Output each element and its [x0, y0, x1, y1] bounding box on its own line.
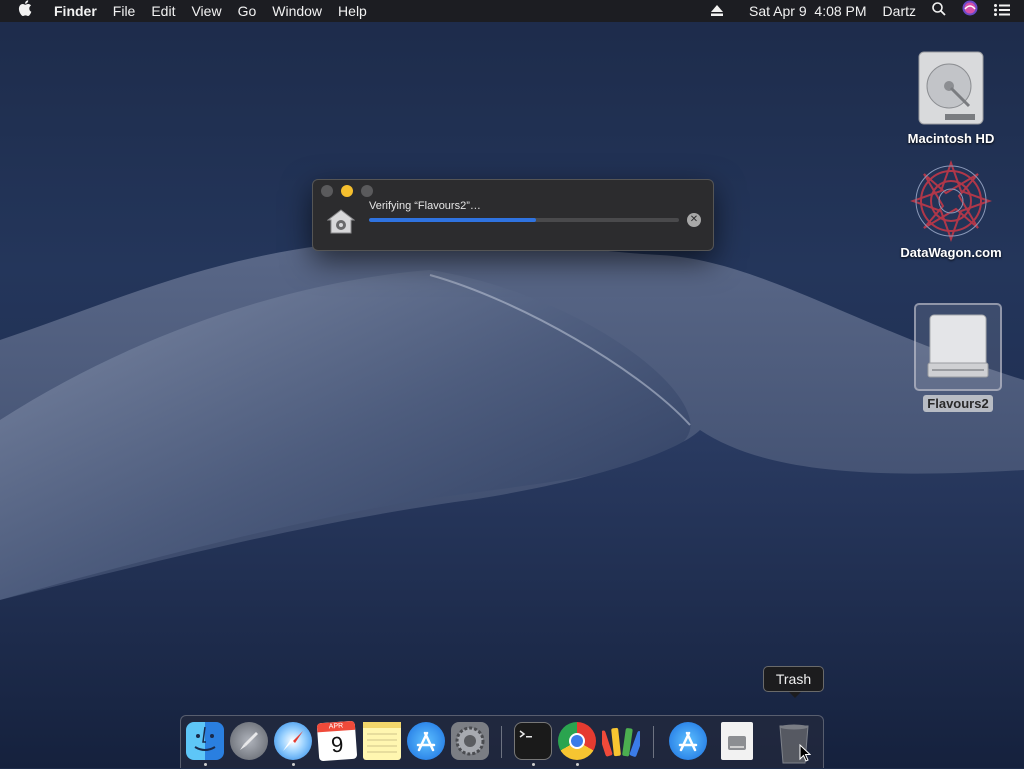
desktop-item-flavours2[interactable]: Flavours2 — [904, 303, 1012, 412]
dock: APR 9 — [180, 715, 824, 768]
stop-icon[interactable]: ✕ — [687, 213, 701, 227]
dock-separator — [501, 726, 502, 758]
menu-window[interactable]: Window — [264, 0, 330, 22]
desktop-item-datawagon[interactable]: DataWagon.com — [896, 158, 1006, 261]
app-store-icon[interactable] — [407, 722, 445, 760]
menu-file[interactable]: File — [105, 0, 144, 22]
terminal-icon[interactable] — [514, 722, 552, 760]
menu-user[interactable]: Dartz — [875, 0, 924, 22]
dock-tooltip: Trash — [763, 666, 824, 698]
desktop-wallpaper — [0, 0, 1024, 768]
minimize-window-button[interactable] — [341, 185, 353, 197]
installer-gear-icon — [326, 208, 356, 239]
menu-help[interactable]: Help — [330, 0, 375, 22]
menu-go[interactable]: Go — [230, 0, 265, 22]
app-store-download-icon[interactable] — [669, 722, 707, 760]
eject-icon[interactable] — [703, 0, 731, 22]
progress-bar — [369, 218, 679, 222]
running-indicator — [292, 763, 295, 766]
menu-app-name[interactable]: Finder — [46, 0, 105, 22]
menu-view[interactable]: View — [183, 0, 229, 22]
progress-bar-fill — [369, 218, 537, 222]
close-window-button[interactable] — [321, 185, 333, 197]
chrome-icon[interactable] — [558, 722, 596, 760]
running-indicator — [576, 763, 579, 766]
menu-edit[interactable]: Edit — [143, 0, 183, 22]
hard-drive-icon — [911, 48, 991, 130]
external-drive-icon — [914, 303, 1002, 391]
siri-icon[interactable] — [954, 0, 986, 22]
safari-icon[interactable] — [274, 722, 312, 760]
desktop-item-macintosh-hd[interactable]: Macintosh HD — [896, 48, 1006, 147]
notification-center-icon[interactable] — [986, 0, 1024, 22]
progress-title: Verifying “Flavours2”… — [369, 200, 481, 212]
verify-progress-window: Verifying “Flavours2”… ✕ — [312, 179, 714, 251]
running-indicator — [532, 763, 535, 766]
desktop-item-label: Flavours2 — [923, 395, 993, 412]
calendar-icon[interactable]: APR 9 — [316, 720, 358, 762]
search-icon[interactable] — [924, 0, 954, 22]
zoom-window-button[interactable] — [361, 185, 373, 197]
menu-bar: Finder File Edit View Go Window Help Sat… — [0, 0, 1024, 22]
desktop-item-label: Macintosh HD — [907, 131, 995, 146]
datawagon-logo-icon — [908, 158, 994, 244]
running-indicator — [204, 763, 207, 766]
system-preferences-icon[interactable] — [451, 722, 489, 760]
disk-image-document-icon[interactable] — [721, 722, 753, 760]
mouse-cursor-icon — [799, 743, 812, 767]
finder-icon[interactable] — [186, 722, 224, 760]
apple-menu-icon[interactable] — [0, 0, 46, 22]
desktop-item-label: DataWagon.com — [900, 245, 1002, 260]
notes-icon[interactable] — [363, 722, 401, 760]
menu-clock[interactable]: Sat Apr 9 4:08 PM — [741, 0, 875, 22]
calendar-day: 9 — [330, 731, 345, 758]
flavours-palette-icon[interactable] — [598, 722, 645, 760]
dock-separator — [653, 726, 654, 758]
launchpad-icon[interactable] — [230, 722, 268, 760]
